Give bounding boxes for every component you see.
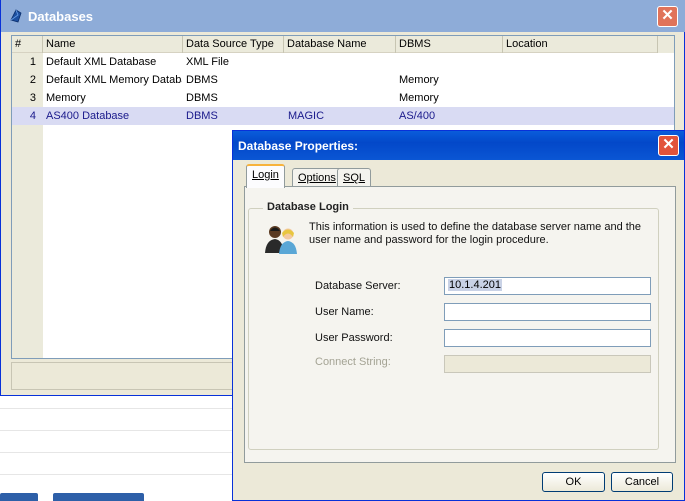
dialog-title: Database Properties: <box>238 139 359 153</box>
databases-close-button[interactable]: ✕ <box>657 6 678 27</box>
table-row-selected[interactable]: 4 AS400 Database DBMS MAGIC AS/400 <box>12 107 674 125</box>
scrollbar-up-button[interactable] <box>657 36 674 53</box>
column-header-location[interactable]: Location <box>503 36 657 53</box>
column-header-dbms[interactable]: DBMS <box>396 36 503 53</box>
database-icon <box>10 9 22 23</box>
cancel-button[interactable]: Cancel <box>611 472 673 492</box>
row-location <box>506 53 656 71</box>
row-number: 4 <box>29 110 36 122</box>
row-type: DBMS <box>186 74 218 86</box>
table-row[interactable]: 2 Default XML Memory Database DBMS Memor… <box>12 71 674 89</box>
row-dbms <box>399 53 502 71</box>
row-name: Default XML Memory Database <box>46 74 182 86</box>
database-server-label: Database Server: <box>315 280 401 292</box>
row-number: 1 <box>29 56 36 68</box>
table-header: # Name Data Source Type Database Name DB… <box>12 36 674 53</box>
dialog-titlebar[interactable]: Database Properties: ✕ <box>233 131 684 160</box>
databases-titlebar[interactable]: Databases ✕ <box>1 0 685 32</box>
column-header-name[interactable]: Name <box>43 36 183 53</box>
row-dbms: Memory <box>399 74 439 86</box>
table-row[interactable]: 3 Memory DBMS Memory <box>12 89 674 107</box>
connect-string-input <box>444 355 651 373</box>
group-title: Database Login <box>263 201 353 213</box>
background-button <box>53 493 144 501</box>
database-server-input[interactable]: 10.1.4.201 <box>444 277 651 295</box>
user-password-input[interactable] <box>444 329 651 347</box>
row-type: XML File <box>186 56 229 68</box>
row-type: DBMS <box>186 110 218 122</box>
row-location <box>506 89 656 107</box>
dialog-close-button[interactable]: ✕ <box>658 135 679 156</box>
background-button <box>0 493 38 501</box>
desktop: Databases ✕ # Name Data Source Type Data… <box>0 0 685 501</box>
row-location <box>506 107 656 125</box>
row-location <box>506 71 656 89</box>
database-server-value: 10.1.4.201 <box>448 279 502 291</box>
table-row[interactable]: 1 Default XML Database XML File <box>12 53 674 71</box>
user-name-label: User Name: <box>315 306 374 318</box>
users-icon <box>265 226 297 254</box>
row-dbms: Memory <box>399 92 439 104</box>
row-db-name: MAGIC <box>288 110 325 122</box>
user-name-input[interactable] <box>444 303 651 321</box>
row-name: Memory <box>46 92 86 104</box>
row-type: DBMS <box>186 92 218 104</box>
connect-string-label: Connect String: <box>315 356 391 368</box>
column-header-db-name[interactable]: Database Name <box>284 36 396 53</box>
row-dbms: AS/400 <box>399 110 436 122</box>
column-header-number[interactable]: # <box>12 36 43 53</box>
column-header-type[interactable]: Data Source Type <box>183 36 284 53</box>
row-number: 2 <box>29 74 36 86</box>
row-db-name <box>288 53 395 71</box>
row-db-name <box>288 89 395 107</box>
ok-button[interactable]: OK <box>542 472 605 492</box>
tab-login[interactable]: Login <box>246 164 285 188</box>
row-db-name <box>288 71 395 89</box>
row-number: 3 <box>29 92 36 104</box>
row-name: AS400 Database <box>46 110 130 122</box>
login-info-text: This information is used to define the d… <box>309 221 642 246</box>
database-properties-dialog: Database Properties: ✕ Options SQL Login… <box>232 130 685 501</box>
databases-title: Databases <box>28 9 94 24</box>
user-password-label: User Password: <box>315 332 393 344</box>
row-name: Default XML Database <box>46 56 157 68</box>
